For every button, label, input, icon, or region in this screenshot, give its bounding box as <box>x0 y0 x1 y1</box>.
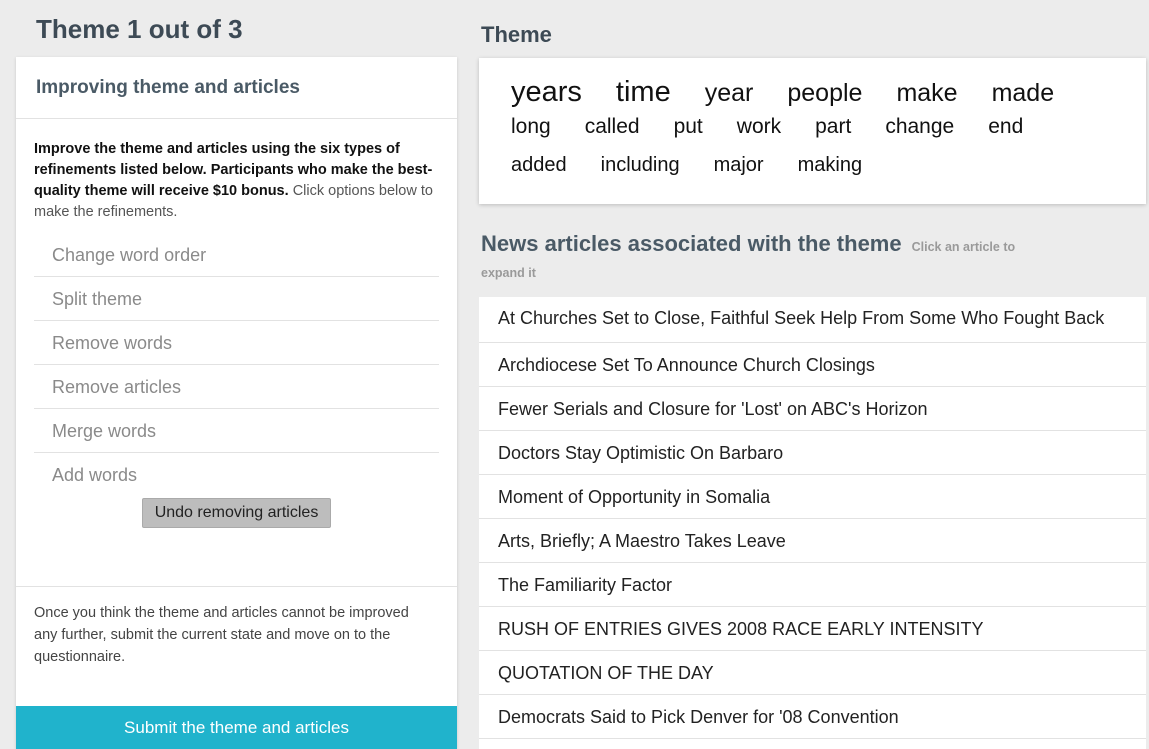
theme-word[interactable]: long <box>511 115 551 139</box>
article-item[interactable]: Democrats Said to Pick Denver for '08 Co… <box>479 695 1146 739</box>
theme-word[interactable]: years <box>511 76 582 109</box>
option-change-word-order[interactable]: Change word order <box>34 233 439 277</box>
article-item[interactable]: Doctors Stay Optimistic On Barbaro <box>479 431 1146 475</box>
theme-word[interactable]: called <box>585 115 640 139</box>
article-item[interactable]: RUSH OF ENTRIES GIVES 2008 RACE EARLY IN… <box>479 607 1146 651</box>
theme-word[interactable]: part <box>815 115 851 139</box>
theme-word[interactable]: make <box>896 79 957 108</box>
article-item[interactable]: QUOTATION OF THE DAY <box>479 651 1146 695</box>
theme-heading: Theme <box>481 22 552 47</box>
refinement-options: Change word order Split theme Remove wor… <box>34 233 439 497</box>
theme-word[interactable]: end <box>988 115 1023 139</box>
theme-word[interactable]: making <box>798 154 862 177</box>
theme-word[interactable]: made <box>992 79 1055 108</box>
article-item[interactable]: Fewer Serials and Closure for 'Lost' on … <box>479 387 1146 431</box>
article-item[interactable]: At Churches Set to Close, Faithful Seek … <box>479 297 1146 343</box>
articles-heading: News articles associated with the theme C… <box>481 229 1121 262</box>
theme-word[interactable]: work <box>737 115 781 139</box>
theme-word[interactable]: change <box>885 115 954 139</box>
theme-word[interactable]: major <box>714 154 764 177</box>
theme-word-cloud: years time year people make made long ca… <box>479 58 1146 204</box>
theme-word[interactable]: year <box>705 79 754 108</box>
page-title: Theme 1 out of 3 <box>36 14 243 44</box>
submit-theme-button[interactable]: Submit the theme and articles <box>16 706 457 749</box>
theme-word[interactable]: added <box>511 154 567 177</box>
articles-heading-text: News articles associated with the theme <box>481 231 902 256</box>
theme-word[interactable]: time <box>616 76 671 109</box>
theme-word[interactable]: including <box>601 154 680 177</box>
article-item[interactable]: Archdiocese Set To Announce Church Closi… <box>479 343 1146 387</box>
refinement-panel: Improving theme and articles Improve the… <box>16 57 457 749</box>
refinement-panel-header: Improving theme and articles <box>16 57 457 119</box>
undo-removing-articles-button[interactable]: Undo removing articles <box>141 498 332 528</box>
articles-hint: Click an article to <box>911 240 1016 254</box>
option-add-words[interactable]: Add words <box>34 453 439 497</box>
theme-word[interactable]: people <box>787 79 862 108</box>
option-merge-words[interactable]: Merge words <box>34 409 439 453</box>
article-item[interactable]: Arts, Briefly; A Maestro Takes Leave <box>479 519 1146 563</box>
option-remove-articles[interactable]: Remove articles <box>34 365 439 409</box>
submit-instructions: Once you think the theme and articles ca… <box>34 605 409 665</box>
theme-word[interactable]: put <box>674 115 703 139</box>
article-item[interactable]: Moment of Opportunity in Somalia <box>479 475 1146 519</box>
panel-divider <box>16 586 457 587</box>
refinement-instructions: Improve the theme and articles using the… <box>16 119 457 223</box>
option-split-theme[interactable]: Split theme <box>34 277 439 321</box>
articles-list: At Churches Set to Close, Faithful Seek … <box>479 297 1146 749</box>
article-item[interactable]: The Familiarity Factor <box>479 563 1146 607</box>
option-remove-words[interactable]: Remove words <box>34 321 439 365</box>
articles-hint-continued: expand it <box>481 266 536 280</box>
